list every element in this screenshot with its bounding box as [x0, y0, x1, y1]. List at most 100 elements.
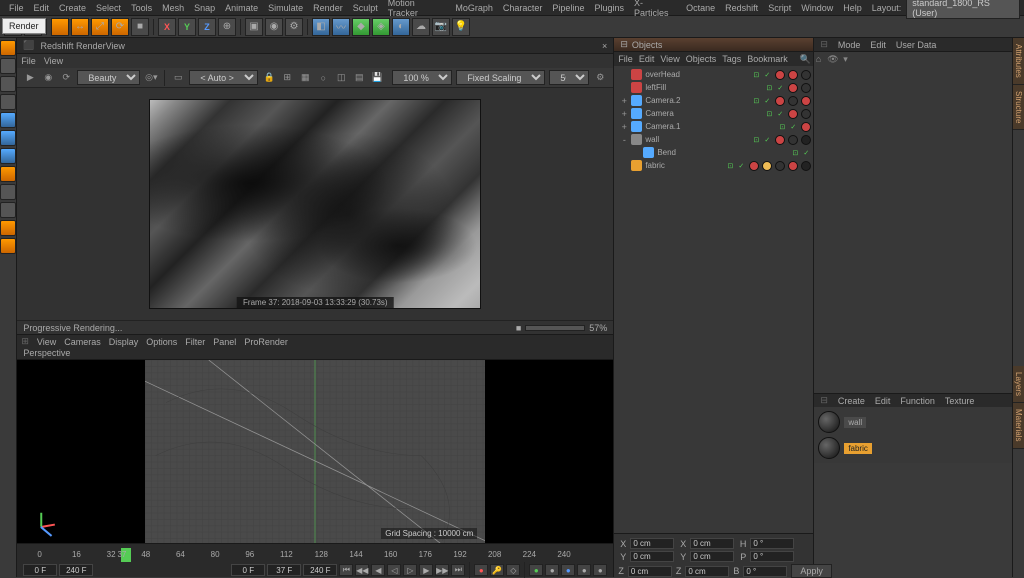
menu-snap[interactable]: Snap — [189, 3, 220, 13]
obj-menu-file[interactable]: File — [618, 54, 633, 64]
coord-sys-button[interactable]: ⊕ — [218, 18, 236, 36]
object-row[interactable]: - wall ⊡ ✓ — [616, 133, 811, 146]
rv-bucket-icon[interactable]: ▦ — [298, 71, 312, 85]
axis-z-button[interactable]: Z — [198, 18, 216, 36]
tl-step-forward[interactable]: ▶▶ — [435, 564, 449, 576]
obj-menu-edit[interactable]: Edit — [639, 54, 655, 64]
object-tag[interactable] — [801, 109, 811, 119]
object-name[interactable]: wall — [645, 135, 659, 144]
size-y[interactable] — [690, 551, 734, 562]
tab-layers[interactable]: Layers — [1013, 366, 1024, 403]
rv-overlay-icon[interactable]: ◫ — [334, 71, 348, 85]
viewport-mesh-view[interactable]: Grid Spacing : 10000 cm — [145, 360, 485, 543]
rv-grid-icon[interactable]: ⊞ — [280, 71, 294, 85]
object-tag[interactable] — [788, 96, 798, 106]
tl-step-back[interactable]: ◀◀ — [355, 564, 369, 576]
material-name[interactable]: wall — [844, 417, 866, 428]
scale-button[interactable]: ⤢ — [91, 18, 109, 36]
material-name[interactable]: fabric — [844, 443, 872, 454]
rotate-button[interactable]: ⟳ — [111, 18, 129, 36]
add-subdivision-button[interactable]: ◈ — [372, 18, 390, 36]
snapping-button[interactable] — [0, 202, 16, 218]
object-name[interactable]: fabric — [645, 161, 665, 170]
object-tag[interactable] — [788, 135, 798, 145]
rv-save-icon[interactable]: 💾 — [370, 71, 384, 85]
object-mode-button[interactable] — [0, 58, 16, 74]
move-button[interactable]: ↔ — [71, 18, 89, 36]
visibility-toggle[interactable]: ⊡ — [779, 123, 787, 131]
obj-menu-bookmark[interactable]: Bookmark — [747, 54, 788, 64]
obj-menu-view[interactable]: View — [660, 54, 679, 64]
renderview-close-button[interactable]: × — [602, 41, 607, 51]
menu-file[interactable]: File — [4, 3, 29, 13]
render-toggle[interactable]: ✓ — [764, 136, 772, 144]
rv-snapshot-button[interactable]: ◎▾ — [144, 71, 158, 85]
mat-menu-create[interactable]: Create — [838, 396, 865, 406]
obj-menu-objects[interactable]: Objects — [686, 54, 717, 64]
object-tag[interactable] — [788, 70, 798, 80]
object-row[interactable]: leftFill ⊡ ✓ — [616, 81, 811, 94]
timeline-ruler[interactable]: 0163237486480961121281441601761922082242… — [17, 544, 613, 562]
menu-plugins[interactable]: Plugins — [589, 3, 629, 13]
rot-p[interactable] — [750, 551, 794, 562]
menu-sculpt[interactable]: Sculpt — [348, 3, 383, 13]
object-tag[interactable] — [775, 135, 785, 145]
coord-x[interactable] — [630, 538, 674, 549]
render-toggle[interactable]: ✓ — [764, 97, 772, 105]
menu-character[interactable]: Character — [498, 3, 548, 13]
obj-home-icon[interactable]: ⌂ — [816, 54, 821, 64]
expand-icon[interactable]: - — [620, 135, 628, 145]
visibility-toggle[interactable]: ⊡ — [766, 84, 774, 92]
render-toggle[interactable]: ✓ — [764, 71, 772, 79]
object-name[interactable]: Bend — [657, 148, 676, 157]
render-button[interactable]: ◉ — [265, 18, 283, 36]
rv-zoom-select[interactable]: 100 % — [392, 70, 452, 85]
vp-menu-display[interactable]: Display — [109, 337, 139, 347]
render-toggle[interactable]: ✓ — [738, 162, 746, 170]
tl-range-start[interactable] — [231, 564, 265, 576]
material-preview-icon[interactable] — [818, 437, 840, 459]
vp-menu-filter[interactable]: Filter — [185, 337, 205, 347]
object-name[interactable]: Camera — [645, 109, 673, 118]
tl-goto-end[interactable]: ⏭ — [451, 564, 465, 576]
add-camera-button[interactable]: 📷 — [432, 18, 450, 36]
tl-range-end[interactable] — [303, 564, 337, 576]
object-tag[interactable] — [788, 161, 798, 171]
menu-pipeline[interactable]: Pipeline — [547, 3, 589, 13]
object-row[interactable]: Bend ⊡ ✓ — [616, 146, 811, 159]
rv-scaling-select[interactable]: Fixed Scaling — [456, 70, 545, 85]
menu-octane[interactable]: Octane — [681, 3, 720, 13]
expand-icon[interactable]: + — [620, 122, 628, 132]
rv-auto-select[interactable]: < Auto > — [189, 70, 258, 85]
rv-lock-button[interactable]: 🔒 — [262, 71, 276, 85]
attr-menu-userdata[interactable]: User Data — [896, 40, 937, 50]
object-name[interactable]: overHead — [645, 70, 680, 79]
objects-tree[interactable]: overHead ⊡ ✓ leftFill ⊡ ✓ + Camera.2 ⊡ ✓… — [614, 66, 813, 533]
rv-menu-view[interactable]: View — [44, 56, 63, 66]
vp-menu-options[interactable]: Options — [146, 337, 177, 347]
object-tag[interactable] — [788, 83, 798, 93]
layout-dropdown[interactable]: standard_1800_RS (User) — [906, 0, 1020, 19]
axis-y-button[interactable]: Y — [178, 18, 196, 36]
tab-materials[interactable]: Materials — [1013, 403, 1024, 448]
expand-icon[interactable]: + — [620, 109, 628, 119]
tl-current-frame[interactable] — [267, 564, 301, 576]
vp-menu-cameras[interactable]: Cameras — [64, 337, 101, 347]
menu-help[interactable]: Help — [838, 3, 867, 13]
tl-next-frame[interactable]: ▶ — [419, 564, 433, 576]
menu-create[interactable]: Create — [54, 3, 91, 13]
size-x[interactable] — [690, 538, 734, 549]
menu-animate[interactable]: Animate — [220, 3, 263, 13]
rv-channel-select[interactable]: Beauty — [77, 70, 140, 85]
model-mode-button[interactable] — [0, 40, 16, 56]
mat-menu-texture[interactable]: Texture — [945, 396, 975, 406]
tl-pla-key[interactable]: ● — [593, 564, 607, 576]
menu-window[interactable]: Window — [796, 3, 838, 13]
tl-record-button[interactable]: ● — [474, 564, 488, 576]
object-tag[interactable] — [775, 161, 785, 171]
menu-edit[interactable]: Edit — [29, 3, 55, 13]
rv-render-button[interactable]: ▶ — [23, 71, 37, 85]
tab-structure[interactable]: Structure — [1013, 85, 1024, 130]
object-row[interactable]: + Camera.2 ⊡ ✓ — [616, 94, 811, 107]
polygons-mode-button[interactable] — [0, 148, 16, 164]
